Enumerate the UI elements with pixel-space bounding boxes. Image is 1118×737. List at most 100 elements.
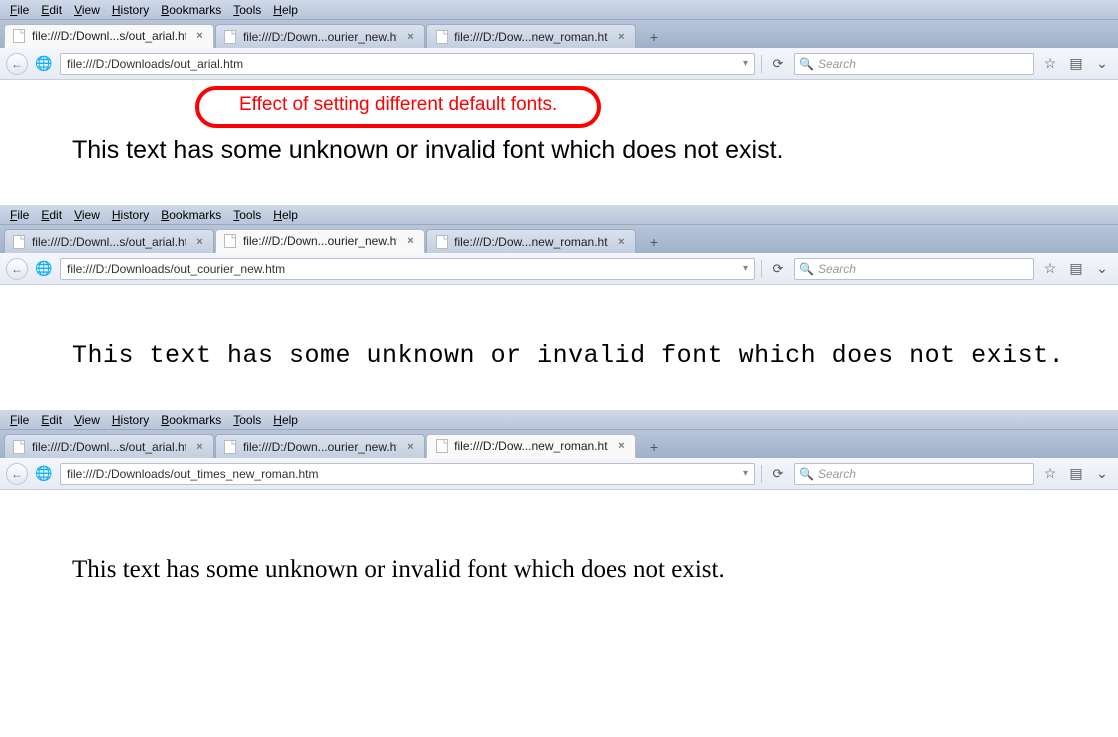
blank-page-icon — [435, 439, 448, 453]
tab-label: file:///D:/Dow...new_roman.htm — [454, 439, 608, 453]
site-identity-icon[interactable]: 🌐 — [34, 54, 54, 74]
close-icon[interactable]: × — [194, 30, 205, 42]
history-dropdown-icon[interactable]: ▾ — [743, 58, 748, 69]
back-button[interactable]: ← — [6, 258, 28, 280]
url-text: file:///D:/Downloads/out_arial.htm — [67, 57, 243, 71]
reload-button[interactable]: ⟳ — [768, 259, 788, 279]
menu-tools[interactable]: Tools — [227, 411, 267, 429]
body-text-times: This text has some unknown or invalid fo… — [72, 556, 1118, 584]
menu-bookmarks[interactable]: Bookmarks — [155, 206, 227, 224]
tab-label: file:///D:/Down...ourier_new.htm — [243, 30, 397, 44]
site-identity-icon[interactable]: 🌐 — [34, 464, 54, 484]
search-placeholder: Search — [818, 467, 856, 481]
bookmark-star-icon[interactable]: ☆ — [1040, 54, 1060, 74]
close-icon[interactable]: × — [616, 440, 627, 452]
tab-times[interactable]: file:///D:/Dow...new_roman.htm × — [426, 229, 636, 253]
tab-arial[interactable]: file:///D:/Downl...s/out_arial.htm × — [4, 434, 214, 458]
blank-page-icon — [224, 30, 237, 44]
close-icon[interactable]: × — [194, 441, 205, 453]
history-dropdown-icon[interactable]: ▾ — [743, 263, 748, 274]
back-button[interactable]: ← — [6, 53, 28, 75]
search-input[interactable]: 🔍 Search — [794, 258, 1034, 280]
reload-button[interactable]: ⟳ — [768, 54, 788, 74]
close-icon[interactable]: × — [194, 236, 205, 248]
search-icon: 🔍 — [799, 262, 814, 276]
tabstrip: file:///D:/Downl...s/out_arial.htm × fil… — [0, 225, 1118, 253]
sidebar-icon[interactable]: ▤ — [1066, 54, 1086, 74]
close-icon[interactable]: × — [405, 441, 416, 453]
menu-history[interactable]: History — [106, 411, 155, 429]
tab-arial[interactable]: file:///D:/Downl...s/out_arial.htm × — [4, 229, 214, 253]
blank-page-icon — [435, 30, 448, 44]
tabstrip: file:///D:/Downl...s/out_arial.htm × fil… — [0, 430, 1118, 458]
annotation-callout: Effect of setting different default font… — [195, 86, 601, 128]
pocket-icon[interactable]: ⌄ — [1092, 464, 1112, 484]
menu-history[interactable]: History — [106, 1, 155, 19]
sidebar-icon[interactable]: ▤ — [1066, 259, 1086, 279]
menu-file[interactable]: File — [4, 206, 35, 224]
page-content: This text has some unknown or invalid fo… — [0, 490, 1118, 664]
history-dropdown-icon[interactable]: ▾ — [743, 468, 748, 479]
menu-view[interactable]: View — [68, 411, 106, 429]
bookmark-star-icon[interactable]: ☆ — [1040, 464, 1060, 484]
menu-edit[interactable]: Edit — [35, 206, 68, 224]
new-tab-button[interactable]: + — [641, 26, 667, 48]
pocket-icon[interactable]: ⌄ — [1092, 54, 1112, 74]
menu-tools[interactable]: Tools — [227, 1, 267, 19]
blank-page-icon — [435, 235, 448, 249]
menu-help[interactable]: Help — [267, 411, 304, 429]
close-icon[interactable]: × — [405, 31, 416, 43]
menu-file[interactable]: File — [4, 411, 35, 429]
blank-page-icon — [224, 440, 237, 454]
menu-history[interactable]: History — [106, 206, 155, 224]
tab-times[interactable]: file:///D:/Dow...new_roman.htm × — [426, 434, 636, 458]
menu-edit[interactable]: Edit — [35, 411, 68, 429]
tab-times[interactable]: file:///D:/Dow...new_roman.htm × — [426, 24, 636, 48]
new-tab-button[interactable]: + — [641, 231, 667, 253]
tab-arial[interactable]: file:///D:/Downl...s/out_arial.htm × — [4, 24, 214, 48]
bookmark-star-icon[interactable]: ☆ — [1040, 259, 1060, 279]
tab-courier[interactable]: file:///D:/Down...ourier_new.htm × — [215, 24, 425, 48]
tab-label: file:///D:/Down...ourier_new.htm — [243, 234, 397, 248]
back-button[interactable]: ← — [6, 463, 28, 485]
menubar: File Edit View History Bookmarks Tools H… — [0, 0, 1118, 20]
menu-edit[interactable]: Edit — [35, 1, 68, 19]
menu-view[interactable]: View — [68, 206, 106, 224]
menu-tools[interactable]: Tools — [227, 206, 267, 224]
close-icon[interactable]: × — [616, 31, 627, 43]
menu-bookmarks[interactable]: Bookmarks — [155, 411, 227, 429]
page-content: This text has some unknown or invalid fo… — [0, 285, 1118, 410]
reload-button[interactable]: ⟳ — [768, 464, 788, 484]
navbar: ← 🌐 file:///D:/Downloads/out_courier_new… — [0, 253, 1118, 285]
search-input[interactable]: 🔍 Search — [794, 463, 1034, 485]
close-icon[interactable]: × — [616, 236, 627, 248]
navbar: ← 🌐 file:///D:/Downloads/out_times_new_r… — [0, 458, 1118, 490]
search-placeholder: Search — [818, 57, 856, 71]
sidebar-icon[interactable]: ▤ — [1066, 464, 1086, 484]
tab-label: file:///D:/Downl...s/out_arial.htm — [32, 235, 186, 249]
url-input[interactable]: file:///D:/Downloads/out_courier_new.htm… — [60, 258, 755, 280]
new-tab-button[interactable]: + — [641, 436, 667, 458]
separator — [761, 260, 762, 278]
close-icon[interactable]: × — [405, 235, 416, 247]
site-identity-icon[interactable]: 🌐 — [34, 259, 54, 279]
url-input[interactable]: file:///D:/Downloads/out_arial.htm ▾ — [60, 53, 755, 75]
menu-view[interactable]: View — [68, 1, 106, 19]
menu-help[interactable]: Help — [267, 206, 304, 224]
search-input[interactable]: 🔍 Search — [794, 53, 1034, 75]
browser-window-arial: File Edit View History Bookmarks Tools H… — [0, 0, 1118, 205]
menu-help[interactable]: Help — [267, 1, 304, 19]
menu-bookmarks[interactable]: Bookmarks — [155, 1, 227, 19]
url-text: file:///D:/Downloads/out_courier_new.htm — [67, 262, 285, 276]
tab-label: file:///D:/Downl...s/out_arial.htm — [32, 440, 186, 454]
tab-courier[interactable]: file:///D:/Down...ourier_new.htm × — [215, 229, 425, 253]
tab-courier[interactable]: file:///D:/Down...ourier_new.htm × — [215, 434, 425, 458]
url-input[interactable]: file:///D:/Downloads/out_times_new_roman… — [60, 463, 755, 485]
navbar: ← 🌐 file:///D:/Downloads/out_arial.htm ▾… — [0, 48, 1118, 80]
tabstrip: file:///D:/Downl...s/out_arial.htm × fil… — [0, 20, 1118, 48]
pocket-icon[interactable]: ⌄ — [1092, 259, 1112, 279]
menu-file[interactable]: File — [4, 1, 35, 19]
url-text: file:///D:/Downloads/out_times_new_roman… — [67, 467, 318, 481]
search-placeholder: Search — [818, 262, 856, 276]
tab-label: file:///D:/Down...ourier_new.htm — [243, 440, 397, 454]
